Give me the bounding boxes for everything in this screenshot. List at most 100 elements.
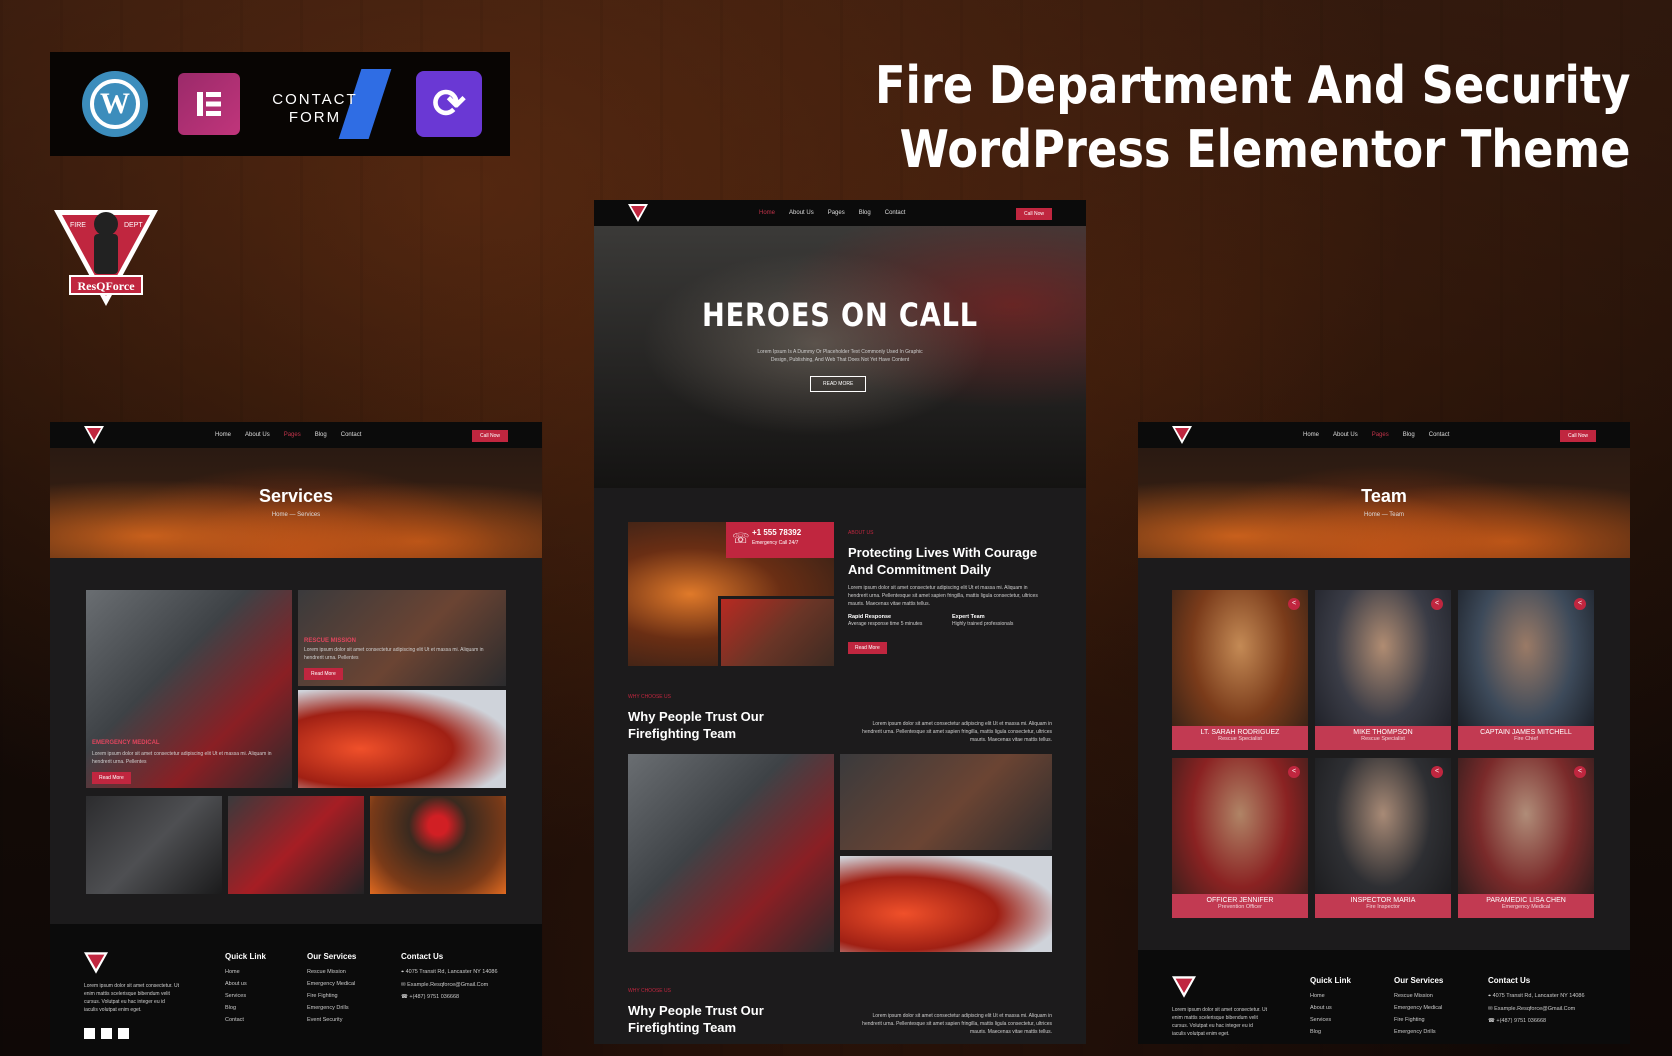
wordpress-icon: W bbox=[82, 71, 148, 137]
team-navbar: Home About Us Pages Blog Contact Call No… bbox=[1138, 422, 1630, 448]
share-icon[interactable]: < bbox=[1288, 598, 1300, 610]
share-icon[interactable]: < bbox=[1574, 766, 1586, 778]
why-text: Lorem ipsum dolor sit amet consectetur a… bbox=[862, 721, 1052, 743]
why-kicker-2: WHY CHOOSE US bbox=[628, 988, 671, 994]
contact-us: Contact Us ⌖ 4075 Transit Rd, Lancaster … bbox=[1488, 976, 1585, 1024]
footer-link[interactable]: Blog bbox=[1310, 1029, 1351, 1035]
footer-link[interactable]: Emergency Drills bbox=[307, 1005, 356, 1011]
footer-link[interactable]: About us bbox=[1310, 1005, 1351, 1011]
team-member-card[interactable]: < CAPTAIN JAMES MITCHELL Fire Chief bbox=[1458, 590, 1594, 750]
footer-logo-icon bbox=[84, 952, 108, 974]
nav-pages[interactable]: Pages bbox=[284, 432, 301, 438]
breadcrumb[interactable]: Home — Services bbox=[50, 512, 542, 518]
contact-form-icon: CONTACT FORM bbox=[270, 69, 392, 139]
nav-contact[interactable]: Contact bbox=[1429, 432, 1450, 438]
footer-link[interactable]: Emergency Medical bbox=[1394, 1005, 1443, 1011]
footer-link[interactable]: Blog bbox=[225, 1005, 266, 1011]
footer-link[interactable]: Contact bbox=[225, 1017, 266, 1023]
nav-pages[interactable]: Pages bbox=[828, 210, 845, 216]
footer-link[interactable]: Home bbox=[225, 969, 266, 975]
emergency-medical-card[interactable]: EMERGENCY MEDICAL Lorem ipsum dolor sit … bbox=[86, 590, 292, 788]
nav-contact[interactable]: Contact bbox=[341, 432, 362, 438]
team-page-mockup: Home About Us Pages Blog Contact Call No… bbox=[1138, 422, 1630, 1044]
nav-home[interactable]: Home bbox=[1303, 432, 1319, 438]
fire-image bbox=[840, 856, 1052, 952]
footer-link[interactable]: Emergency Drills bbox=[1394, 1029, 1443, 1035]
nav-about[interactable]: About Us bbox=[789, 210, 814, 216]
emergency-call-badge[interactable]: +1 555 78392 Emergency Call 24/7 ☏ bbox=[726, 522, 834, 558]
breadcrumb[interactable]: Home — Team bbox=[1138, 512, 1630, 518]
footer-link[interactable]: About us bbox=[225, 981, 266, 987]
footer-link[interactable]: Fire Fighting bbox=[1394, 1017, 1443, 1023]
footer-email[interactable]: ✉ Example.Resqforce@Gmail.Com bbox=[401, 982, 498, 988]
resqforce-logo: FIRE DEPT ResQForce bbox=[50, 206, 162, 310]
team-member-card[interactable]: < PARAMEDIC LISA CHEN Emergency Medical bbox=[1458, 758, 1594, 918]
nav-pages[interactable]: Pages bbox=[1372, 432, 1389, 438]
nav-about[interactable]: About Us bbox=[1333, 432, 1358, 438]
nav-blog[interactable]: Blog bbox=[1403, 432, 1415, 438]
member-role: Rescue Specialist bbox=[1361, 736, 1405, 742]
card-text: Lorem ipsum dolor sit amet consectetur a… bbox=[92, 751, 272, 765]
read-more-button[interactable]: Read More bbox=[92, 772, 131, 784]
share-icon[interactable]: < bbox=[1288, 766, 1300, 778]
read-more-button[interactable]: Read More bbox=[304, 668, 343, 680]
our-services: Our Services Rescue Mission Emergency Me… bbox=[307, 952, 357, 1023]
share-icon[interactable]: < bbox=[1431, 598, 1443, 610]
team-member-card[interactable]: < MIKE THOMPSON Rescue Specialist bbox=[1315, 590, 1451, 750]
share-icon[interactable]: < bbox=[1574, 598, 1586, 610]
about-text: Lorem ipsum dolor sit amet consectetur a… bbox=[848, 585, 1038, 607]
hero-text: Lorem Ipsum Is A Dummy Or Placeholder Te… bbox=[757, 349, 923, 363]
about-image: +1 555 78392 Emergency Call 24/7 ☏ bbox=[628, 522, 834, 666]
services-title: Services bbox=[258, 486, 334, 506]
card-title: RESCUE MISSION bbox=[304, 638, 357, 644]
call-now-button[interactable]: Call Now bbox=[1559, 430, 1596, 442]
team-member-card[interactable]: < LT. SARAH RODRIGUEZ Rescue Specialist bbox=[1172, 590, 1308, 750]
footer-link[interactable]: Home bbox=[1310, 993, 1351, 999]
footer-link[interactable]: Event Security bbox=[307, 1017, 356, 1023]
rescue-mission-card[interactable]: RESCUE MISSION Lorem ipsum dolor sit ame… bbox=[298, 590, 506, 686]
team-member-card[interactable]: < OFFICER JENNIFER Prevention Officer bbox=[1172, 758, 1308, 918]
member-role: Fire Chief bbox=[1514, 736, 1538, 742]
team-member-card[interactable]: < INSPECTOR MARIA Fire Inspector bbox=[1315, 758, 1451, 918]
footer-link[interactable]: Fire Fighting bbox=[307, 993, 356, 999]
instagram-icon[interactable] bbox=[101, 1028, 112, 1039]
footer-link[interactable]: Rescue Mission bbox=[307, 969, 356, 975]
footer-link[interactable]: Services bbox=[225, 993, 266, 999]
card-title: EMERGENCY MEDICAL bbox=[92, 740, 160, 746]
about-read-more-button[interactable]: Read More bbox=[848, 642, 887, 654]
nav-logo-icon[interactable] bbox=[628, 204, 648, 222]
share-icon[interactable]: < bbox=[1431, 766, 1443, 778]
firefighters-image bbox=[86, 796, 222, 894]
team-title: Team bbox=[1361, 486, 1407, 506]
footer-phone[interactable]: ☎ +(487) 9751 036668 bbox=[401, 994, 498, 1000]
call-now-button[interactable]: Call Now bbox=[1015, 208, 1052, 220]
team-banner: Team Home — Team bbox=[1138, 448, 1630, 558]
footer-link[interactable]: Services bbox=[1310, 1017, 1351, 1023]
home-navbar: Home About Us Pages Blog Contact Call No… bbox=[594, 200, 1086, 226]
nav-about[interactable]: About Us bbox=[245, 432, 270, 438]
footer-email[interactable]: ✉ Example.Resqforce@Gmail.Com bbox=[1488, 1006, 1585, 1012]
nav-home[interactable]: Home bbox=[215, 432, 231, 438]
footer-phone[interactable]: ☎ +(487) 9751 036668 bbox=[1488, 1018, 1585, 1024]
facebook-icon[interactable] bbox=[84, 1028, 95, 1039]
home-page-mockup: Home About Us Pages Blog Contact Call No… bbox=[594, 200, 1086, 1044]
contact-us: Contact Us ⌖ 4075 Transit Rd, Lancaster … bbox=[401, 952, 498, 1000]
linkedin-icon[interactable] bbox=[118, 1028, 129, 1039]
footer-link[interactable]: Emergency Medical bbox=[307, 981, 356, 987]
member-name: MIKE THOMPSON bbox=[1353, 729, 1413, 736]
nav-blog[interactable]: Blog bbox=[859, 210, 871, 216]
nav-logo-icon[interactable] bbox=[1172, 426, 1192, 444]
member-role: Rescue Specialist bbox=[1218, 736, 1262, 742]
nav-contact[interactable]: Contact bbox=[885, 210, 906, 216]
nav-home[interactable]: Home bbox=[759, 210, 775, 216]
footer-address: ⌖ 4075 Transit Rd, Lancaster NY 14086 bbox=[401, 969, 498, 975]
hero-section: HEROES ON CALL Lorem Ipsum Is A Dummy Or… bbox=[594, 226, 1086, 488]
our-services: Our Services Rescue Mission Emergency Me… bbox=[1394, 976, 1444, 1035]
nav-logo-icon[interactable] bbox=[84, 426, 104, 444]
footer-link[interactable]: Rescue Mission bbox=[1394, 993, 1443, 999]
nav-blog[interactable]: Blog bbox=[315, 432, 327, 438]
quick-links: Quick Link Home About us Services Blog C… bbox=[225, 952, 266, 1023]
member-name: INSPECTOR MARIA bbox=[1350, 897, 1416, 904]
call-now-button[interactable]: Call Now bbox=[471, 430, 508, 442]
hero-read-more-button[interactable]: READ MORE bbox=[810, 376, 867, 392]
